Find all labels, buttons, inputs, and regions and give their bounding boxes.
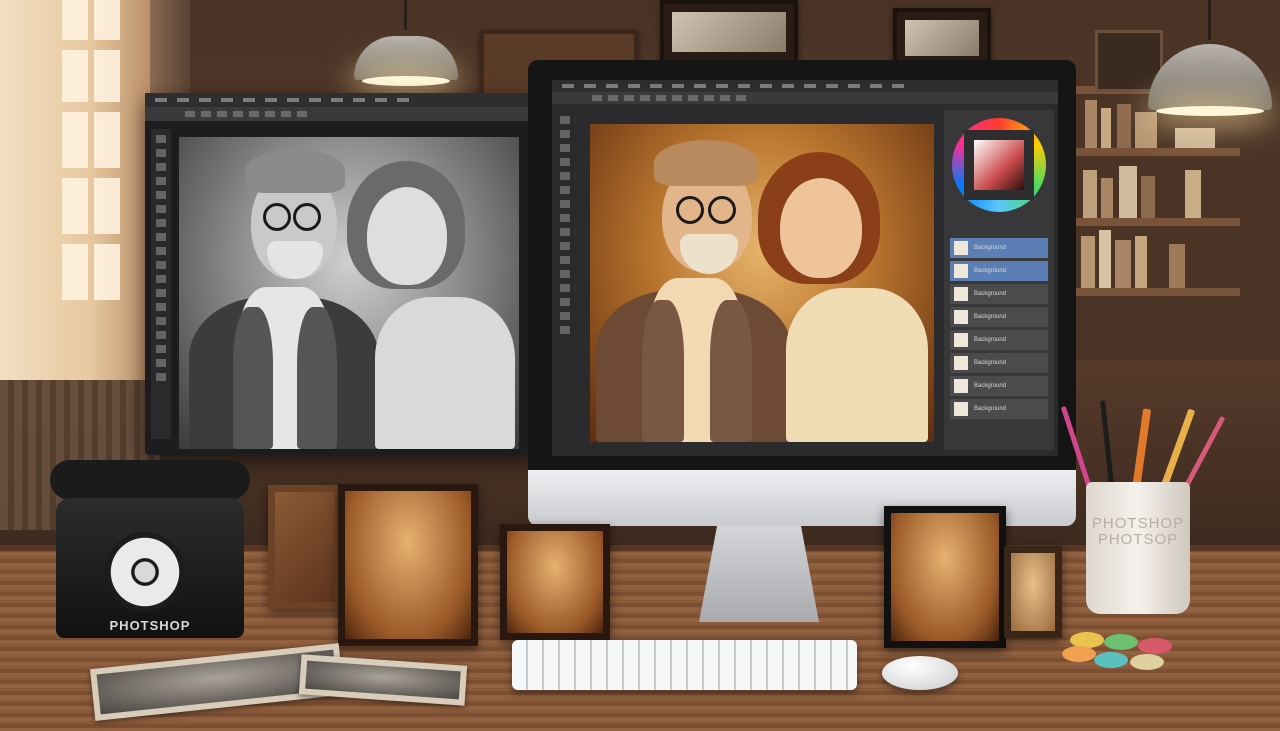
wall-photo-frame (660, 0, 798, 64)
mug-label: PHOTSHOP PHOTSOP (1091, 515, 1185, 548)
wall-photo-frame (893, 8, 991, 68)
layer-row[interactable]: Background (950, 284, 1048, 304)
photo-frame (268, 485, 342, 609)
layer-name: Background (974, 314, 1007, 320)
layer-row[interactable]: Background (950, 307, 1048, 327)
layer-thumbnail (954, 402, 968, 416)
tools-panel (556, 110, 574, 440)
layer-thumbnail (954, 310, 968, 324)
photo-frame (338, 484, 478, 646)
layer-thumbnail (954, 264, 968, 278)
layer-name: Background (974, 406, 1007, 412)
layer-name: Background (974, 268, 1007, 274)
app-menu-bar (145, 93, 537, 107)
layer-name: Background (974, 337, 1007, 343)
layer-row[interactable]: Background (950, 353, 1048, 373)
keyboard[interactable] (512, 640, 857, 690)
layer-row[interactable]: Background (950, 330, 1048, 350)
layer-row[interactable]: Background (950, 399, 1048, 419)
layer-thumbnail (954, 333, 968, 347)
ceiling-lamp (354, 0, 458, 94)
window (0, 0, 150, 380)
photoshop-window: Background Background Background Background… (552, 80, 1058, 456)
ceiling-lamp (1148, 0, 1272, 116)
layer-thumbnail (954, 356, 968, 370)
tools-panel (151, 129, 171, 439)
tape-rolls (1058, 632, 1182, 678)
black-and-white-photo (179, 137, 519, 449)
layer-name: Background (974, 291, 1007, 297)
layer-name: Background (974, 383, 1007, 389)
options-bar (145, 107, 537, 121)
restored-color-photo (590, 124, 934, 442)
rotary-dial (105, 532, 185, 612)
layer-row[interactable]: Background (950, 376, 1048, 396)
app-menu-bar (552, 80, 1058, 92)
phone-handset (50, 460, 250, 500)
mouse[interactable] (882, 656, 958, 690)
right-panels: Background Background Background Background… (944, 110, 1054, 450)
phone-label: PHOTSHOP (109, 618, 191, 633)
imac-computer: Background Background Background Background… (528, 60, 1076, 526)
layer-thumbnail (954, 241, 968, 255)
photo-frame (1004, 546, 1062, 638)
layer-row[interactable]: Background (950, 238, 1048, 258)
photo-frame (884, 506, 1006, 648)
layer-name: Background (974, 245, 1007, 251)
layer-name: Background (974, 360, 1007, 366)
pencil-mug: PHOTSHOP PHOTSOP (1086, 482, 1190, 614)
color-wheel[interactable] (952, 118, 1046, 212)
left-monitor (145, 93, 537, 455)
layer-thumbnail (954, 287, 968, 301)
photo-frame (500, 524, 610, 640)
layer-thumbnail (954, 379, 968, 393)
options-bar (552, 92, 1058, 104)
layer-row[interactable]: Background (950, 261, 1048, 281)
rotary-phone: PHOTSHOP (50, 460, 250, 645)
